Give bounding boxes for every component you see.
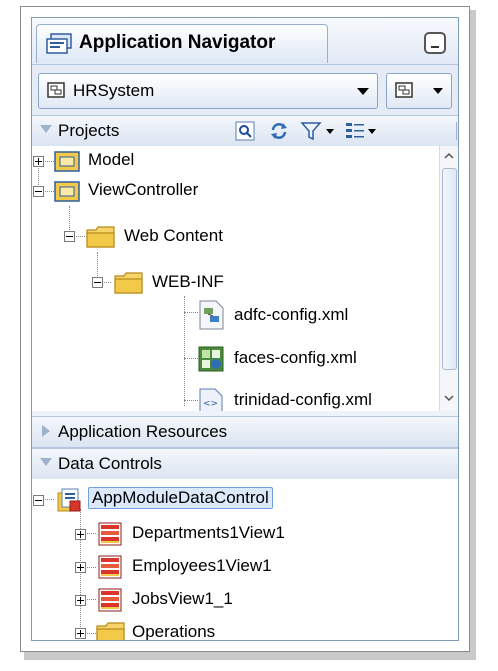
- projects-header-label: Projects: [58, 121, 120, 140]
- find-icon[interactable]: [234, 120, 256, 142]
- expand-arrow-icon: [42, 425, 50, 437]
- svg-text:<>: <>: [203, 399, 218, 409]
- collapse-icon[interactable]: [33, 495, 44, 506]
- view-object-icon: [98, 588, 122, 612]
- collapse-arrow-icon: [40, 458, 52, 466]
- screenshot-frame: Application Navigator HRSystem Projects …: [20, 6, 470, 652]
- tree-node-label: Operations: [132, 622, 216, 640]
- chevron-down-icon[interactable]: [326, 129, 334, 134]
- title-bar: Application Navigator: [32, 18, 458, 64]
- expand-icon[interactable]: [75, 595, 86, 606]
- data-controls-accordion-header[interactable]: Data Controls: [32, 448, 458, 480]
- view-object-icon: [98, 555, 122, 579]
- collapse-icon[interactable]: [33, 186, 44, 197]
- application-name: HRSystem: [73, 81, 155, 100]
- expand-icon[interactable]: [75, 529, 86, 540]
- scrollbar-thumb[interactable]: [442, 168, 457, 370]
- application-navigator-icon: [46, 33, 72, 54]
- collapse-icon[interactable]: [92, 277, 103, 288]
- scroll-up-icon[interactable]: [443, 150, 455, 162]
- tree-node-adfc-config[interactable]: adfc-config.xml: [32, 298, 432, 334]
- tree-node-label: AppModuleDataControl: [88, 487, 273, 509]
- application-icon: [47, 82, 65, 98]
- tree-node-label: Employees1View1: [132, 556, 272, 575]
- minimize-button[interactable]: [424, 32, 446, 54]
- tree-node-label: JobsView1_1: [132, 589, 233, 608]
- tree-node-web-inf[interactable]: WEB-INF: [32, 268, 432, 298]
- faces-config-file-icon: [198, 346, 224, 372]
- application-menu-button[interactable]: [386, 73, 452, 109]
- tree-node-label: Model: [88, 150, 135, 169]
- folder-icon: [114, 272, 143, 294]
- application-selector-row: HRSystem: [32, 64, 458, 116]
- expand-icon[interactable]: [33, 156, 44, 167]
- data-controls-tree: AppModuleDataControl Departments1View1 E…: [32, 479, 458, 640]
- scroll-down-icon[interactable]: [443, 392, 455, 404]
- application-dropdown[interactable]: HRSystem: [38, 73, 378, 109]
- tree-node-label: WEB-INF: [152, 272, 224, 291]
- folder-icon: [54, 181, 80, 202]
- tree-node-operations[interactable]: Operations: [32, 618, 432, 640]
- application-menu-icon: [395, 82, 413, 98]
- tree-node-label: Web Content: [124, 226, 223, 245]
- projects-accordion-header[interactable]: Projects: [32, 115, 458, 147]
- tree-node-appmodule-datacontrol[interactable]: AppModuleDataControl: [32, 485, 432, 515]
- tree-node-jobsview1-1[interactable]: JobsView1_1: [32, 585, 432, 615]
- chevron-down-icon: [433, 88, 443, 94]
- tree-node-label: faces-config.xml: [234, 348, 357, 367]
- refresh-icon[interactable]: [268, 120, 290, 142]
- chevron-down-icon[interactable]: [368, 129, 376, 134]
- collapse-icon[interactable]: [64, 231, 75, 242]
- folder-icon: [86, 226, 115, 248]
- tree-node-label: ViewController: [88, 180, 199, 199]
- collapse-arrow-icon: [40, 125, 52, 133]
- adfc-config-file-icon: [199, 300, 224, 330]
- data-control-icon: [57, 488, 81, 512]
- expand-icon[interactable]: [75, 562, 86, 573]
- tree-node-label: trinidad-config.xml: [234, 390, 372, 409]
- tree-node-faces-config[interactable]: faces-config.xml: [32, 344, 432, 374]
- tree-node-trinidad-config[interactable]: <> trinidad-config.xml: [32, 386, 432, 411]
- tree-node-label: adfc-config.xml: [234, 305, 349, 324]
- xml-file-icon: <>: [199, 388, 223, 411]
- application-resources-accordion-header[interactable]: Application Resources: [32, 416, 458, 448]
- toolbar-separator: [456, 122, 457, 140]
- tree-node-departments1view1[interactable]: Departments1View1: [32, 519, 432, 549]
- data-controls-label: Data Controls: [58, 454, 162, 473]
- tree-node-label: Departments1View1: [132, 523, 285, 542]
- tree-node-model[interactable]: Model: [32, 146, 432, 176]
- view-object-icon: [98, 522, 122, 546]
- tree-node-viewcontroller[interactable]: ViewController: [32, 176, 432, 206]
- sort-icon[interactable]: [344, 120, 366, 142]
- chevron-down-icon: [357, 88, 369, 95]
- projects-tree: Model ViewController Web Content WEB-INF…: [32, 146, 458, 411]
- navigator-title: Application Navigator: [79, 32, 276, 53]
- application-navigator-panel: Application Navigator HRSystem Projects …: [31, 17, 459, 641]
- navigator-tab[interactable]: Application Navigator: [36, 24, 328, 63]
- expand-icon[interactable]: [75, 628, 86, 639]
- application-resources-label: Application Resources: [58, 422, 228, 441]
- folder-icon: [54, 151, 80, 172]
- tree-node-web-content[interactable]: Web Content: [32, 222, 432, 252]
- tree-node-employees1view1[interactable]: Employees1View1: [32, 552, 432, 582]
- folder-icon: [96, 622, 125, 640]
- filter-icon[interactable]: [300, 120, 322, 142]
- projects-scrollbar[interactable]: [439, 146, 458, 411]
